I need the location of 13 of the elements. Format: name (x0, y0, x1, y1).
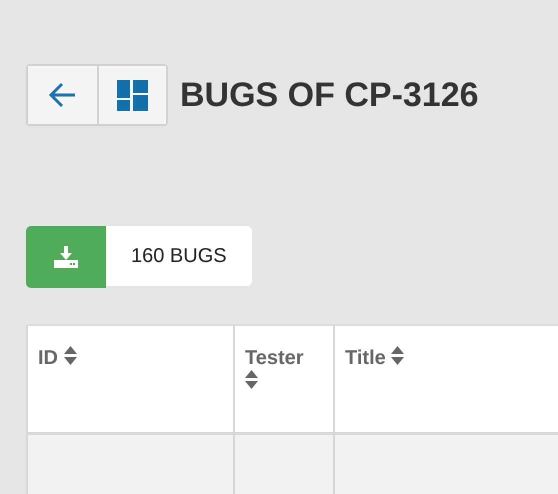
download-button[interactable] (26, 226, 106, 288)
column-header[interactable]: Title (345, 347, 386, 369)
column-header[interactable]: ID (38, 347, 58, 369)
sort-icon[interactable] (64, 346, 77, 365)
dashboard-icon (117, 80, 148, 110)
dashboard-button[interactable] (97, 66, 166, 124)
sort-icon[interactable] (391, 346, 404, 365)
sort-icon[interactable] (245, 370, 258, 389)
column-header[interactable]: Tester (245, 347, 304, 369)
bug-count: 160 BUGS (106, 226, 252, 286)
page-title: BUGS OF CP-3126 (180, 76, 479, 114)
download-icon (54, 246, 78, 268)
back-arrow-icon (48, 82, 76, 108)
